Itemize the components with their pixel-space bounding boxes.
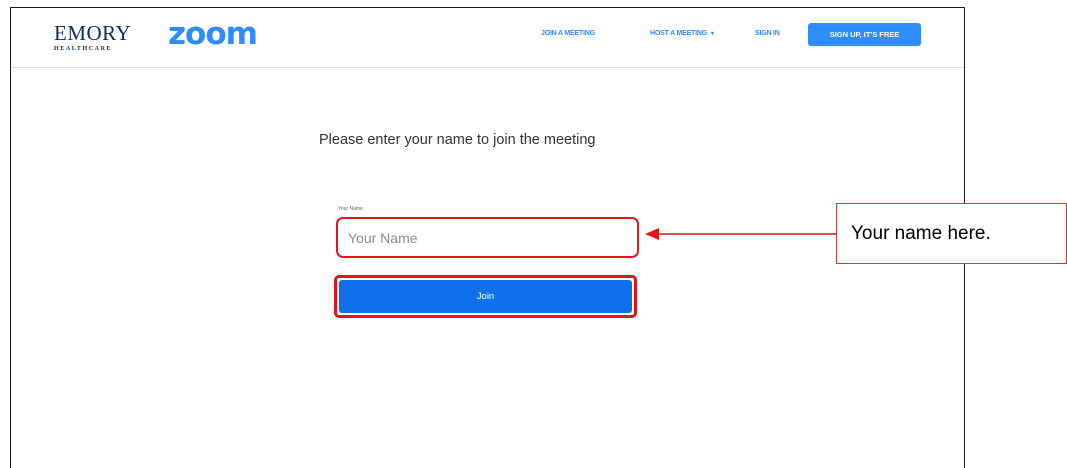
join-prompt-heading: Please enter your name to join the meeti…	[319, 132, 596, 148]
callout-box: Your name here.	[836, 203, 1067, 264]
nav-host-meeting-menu[interactable]: HOST A MEETING ▾	[650, 30, 714, 37]
chevron-down-icon: ▾	[710, 31, 714, 37]
nav-host-meeting-label: HOST A MEETING	[650, 30, 707, 37]
emory-logo-subtitle: HEALTHCARE	[54, 46, 113, 52]
your-name-input[interactable]	[336, 217, 639, 258]
join-button[interactable]: Join	[339, 280, 632, 313]
nav-sign-in-link[interactable]: SIGN IN	[755, 30, 780, 37]
sign-up-button[interactable]: SIGN UP, IT'S FREE	[808, 23, 921, 46]
emory-healthcare-logo: EMORY HEALTHCARE	[54, 21, 132, 53]
join-button-highlight: Join	[334, 275, 637, 318]
your-name-label: Your Name	[338, 206, 363, 212]
emory-logo-name: EMORY	[54, 21, 132, 45]
nav-join-meeting-link[interactable]: JOIN A MEETING	[541, 30, 595, 37]
zoom-logo[interactable]: zoom	[168, 19, 258, 50]
callout-text: Your name here.	[851, 222, 991, 244]
top-navbar: EMORY HEALTHCARE zoom JOIN A MEETING HOS…	[11, 8, 964, 68]
browser-page-frame: EMORY HEALTHCARE zoom JOIN A MEETING HOS…	[10, 7, 965, 468]
